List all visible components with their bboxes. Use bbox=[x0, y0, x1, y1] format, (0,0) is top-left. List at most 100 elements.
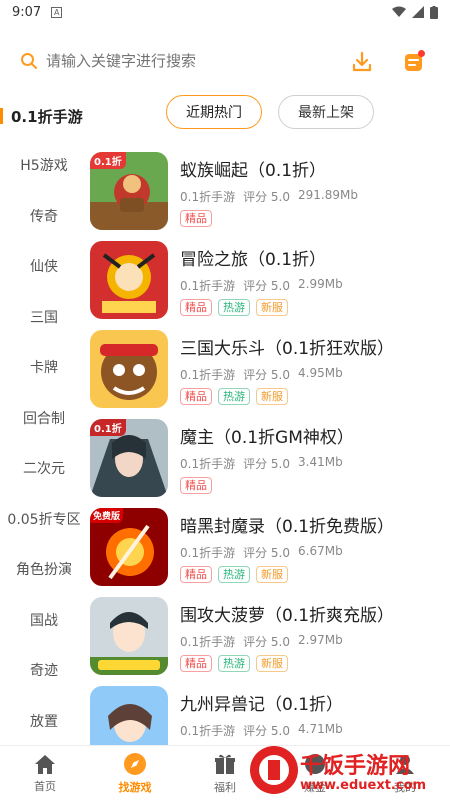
game-item[interactable]: 围攻大菠萝（0.1折爽充版） 0.1折手游 评分 5.0 2.97Mb 精品 热… bbox=[88, 593, 450, 682]
category-indicator bbox=[0, 108, 3, 124]
game-score: 评分 5.0 bbox=[243, 724, 290, 738]
sidebar-item-005-zone[interactable]: 0.05折专区 bbox=[0, 494, 88, 545]
game-item[interactable]: 三国大乐斗（0.1折狂欢版） 0.1折手游 评分 5.0 4.95Mb 精品 热… bbox=[88, 326, 450, 415]
status-bar: 9:07 A bbox=[0, 0, 450, 24]
game-meta: 0.1折手游 评分 5.0 3.41Mb bbox=[180, 455, 343, 472]
search-bar[interactable] bbox=[20, 40, 440, 82]
download-icon[interactable] bbox=[350, 50, 374, 74]
category-header: 0.1折手游 bbox=[0, 102, 83, 130]
signal-icon bbox=[412, 6, 424, 18]
game-size: 4.71Mb bbox=[298, 722, 343, 736]
sidebar-item-xianxia[interactable]: 仙侠 bbox=[0, 241, 88, 292]
sidebar-item-legend[interactable]: 传奇 bbox=[0, 191, 88, 242]
tag-premium: 精品 bbox=[180, 655, 212, 672]
compass-icon bbox=[124, 752, 146, 775]
game-tags: 精品 热游 新服 bbox=[180, 655, 288, 672]
tab-recent-hot[interactable]: 近期热门 bbox=[166, 95, 262, 129]
game-score: 评分 5.0 bbox=[243, 368, 290, 382]
sidebar-item-idle[interactable]: 放置 bbox=[0, 696, 88, 747]
nav-find-game[interactable]: 找游戏 bbox=[90, 746, 180, 800]
sidebar-item-national-war[interactable]: 国战 bbox=[0, 595, 88, 646]
game-title[interactable]: 冒险之旅（0.1折） bbox=[180, 245, 326, 270]
watermark-logo-icon bbox=[250, 746, 298, 794]
game-size: 3.41Mb bbox=[298, 455, 343, 469]
game-category: 0.1折手游 bbox=[180, 457, 236, 471]
search-icon bbox=[21, 53, 37, 69]
game-icon-ant[interactable]: 0.1折 bbox=[90, 152, 168, 230]
game-list: 0.1折 蚁族崛起（0.1折） 0.1折手游 评分 5.0 291.89Mb 精… bbox=[88, 148, 450, 771]
search-input[interactable] bbox=[46, 52, 306, 70]
tag-premium: 精品 bbox=[180, 299, 212, 316]
game-category: 0.1折手游 bbox=[180, 368, 236, 382]
sidebar-item-three-kingdoms[interactable]: 三国 bbox=[0, 292, 88, 343]
sidebar-item-turn-based[interactable]: 回合制 bbox=[0, 393, 88, 444]
game-tags: 精品 热游 新服 bbox=[180, 566, 288, 583]
game-meta: 0.1折手游 评分 5.0 2.99Mb bbox=[180, 277, 343, 294]
game-title[interactable]: 蚁族崛起（0.1折） bbox=[180, 156, 326, 181]
game-size: 291.89Mb bbox=[298, 188, 358, 202]
game-icon-three-kingdoms[interactable] bbox=[90, 330, 168, 408]
category-sidebar: H5游戏 传奇 仙侠 三国 卡牌 回合制 二次元 0.05折专区 角色扮演 国战… bbox=[0, 140, 88, 746]
sidebar-item-miracle[interactable]: 奇迹 bbox=[0, 645, 88, 696]
tab-new-release[interactable]: 最新上架 bbox=[278, 95, 374, 129]
sidebar-item-anime[interactable]: 二次元 bbox=[0, 443, 88, 494]
game-size: 6.67Mb bbox=[298, 544, 343, 558]
game-title[interactable]: 九州异兽记（0.1折） bbox=[180, 690, 343, 715]
category-title: 0.1折手游 bbox=[11, 107, 83, 126]
message-unread-dot bbox=[418, 50, 425, 57]
game-title[interactable]: 围攻大菠萝（0.1折爽充版） bbox=[180, 601, 394, 626]
nav-home[interactable]: 首页 bbox=[0, 746, 90, 800]
game-item[interactable]: 0.1折 蚁族崛起（0.1折） 0.1折手游 评分 5.0 291.89Mb 精… bbox=[88, 148, 450, 237]
sidebar-item-h5[interactable]: H5游戏 bbox=[0, 140, 88, 191]
nav-label: 福利 bbox=[214, 780, 236, 794]
tag-hot: 热游 bbox=[218, 655, 250, 672]
sidebar-item-rpg[interactable]: 角色扮演 bbox=[0, 544, 88, 595]
game-icon-adventure[interactable] bbox=[90, 241, 168, 319]
tag-new-server: 新服 bbox=[256, 566, 288, 583]
game-tags: 精品 bbox=[180, 477, 212, 494]
sidebar-item-card[interactable]: 卡牌 bbox=[0, 342, 88, 393]
game-tags: 精品 热游 新服 bbox=[180, 299, 288, 316]
wifi-icon bbox=[392, 6, 406, 17]
game-icon-siege-pineapple[interactable] bbox=[90, 597, 168, 675]
site-watermark: 千饭手游网 www.eduext.com bbox=[248, 740, 450, 800]
game-title[interactable]: 魔主（0.1折GM神权） bbox=[180, 423, 354, 448]
game-category: 0.1折手游 bbox=[180, 279, 236, 293]
game-item[interactable]: 冒险之旅（0.1折） 0.1折手游 评分 5.0 2.99Mb 精品 热游 新服 bbox=[88, 237, 450, 326]
game-meta: 0.1折手游 评分 5.0 6.67Mb bbox=[180, 544, 343, 561]
tag-new-server: 新服 bbox=[256, 299, 288, 316]
free-version-badge: 免费版 bbox=[90, 508, 124, 523]
tag-premium: 精品 bbox=[180, 566, 212, 583]
tag-hot: 热游 bbox=[218, 299, 250, 316]
tag-new-server: 新服 bbox=[256, 388, 288, 405]
tag-hot: 热游 bbox=[218, 566, 250, 583]
game-meta: 0.1折手游 评分 5.0 4.95Mb bbox=[180, 366, 343, 383]
game-category: 0.1折手游 bbox=[180, 546, 236, 560]
game-title[interactable]: 三国大乐斗（0.1折狂欢版） bbox=[180, 334, 394, 359]
discount-badge: 0.1折 bbox=[90, 152, 126, 169]
status-time: 9:07 bbox=[12, 4, 42, 20]
game-score: 评分 5.0 bbox=[243, 279, 290, 293]
game-category: 0.1折手游 bbox=[180, 724, 236, 738]
game-size: 4.95Mb bbox=[298, 366, 343, 380]
game-icon-demon-lord[interactable]: 0.1折 bbox=[90, 419, 168, 497]
game-meta: 0.1折手游 评分 5.0 4.71Mb bbox=[180, 722, 343, 739]
game-score: 评分 5.0 bbox=[243, 635, 290, 649]
game-title[interactable]: 暗黑封魔录（0.1折免费版） bbox=[180, 512, 394, 537]
gift-icon bbox=[215, 754, 235, 774]
game-meta: 0.1折手游 评分 5.0 291.89Mb bbox=[180, 188, 358, 205]
game-icon-dark-seal[interactable]: 免费版 bbox=[90, 508, 168, 586]
discount-badge: 0.1折 bbox=[90, 419, 126, 436]
game-tags: 精品 bbox=[180, 210, 212, 227]
game-score: 评分 5.0 bbox=[243, 546, 290, 560]
home-icon bbox=[35, 754, 55, 774]
game-item[interactable]: 0.1折 魔主（0.1折GM神权） 0.1折手游 评分 5.0 3.41Mb 精… bbox=[88, 415, 450, 504]
watermark-url: www.eduext.com bbox=[300, 778, 427, 793]
watermark-brand: 千饭手游网 bbox=[300, 754, 411, 779]
status-icons bbox=[392, 5, 438, 19]
tag-new-server: 新服 bbox=[256, 655, 288, 672]
game-category: 0.1折手游 bbox=[180, 190, 236, 204]
game-size: 2.97Mb bbox=[298, 633, 343, 647]
game-score: 评分 5.0 bbox=[243, 457, 290, 471]
game-item[interactable]: 免费版 暗黑封魔录（0.1折免费版） 0.1折手游 评分 5.0 6.67Mb … bbox=[88, 504, 450, 593]
